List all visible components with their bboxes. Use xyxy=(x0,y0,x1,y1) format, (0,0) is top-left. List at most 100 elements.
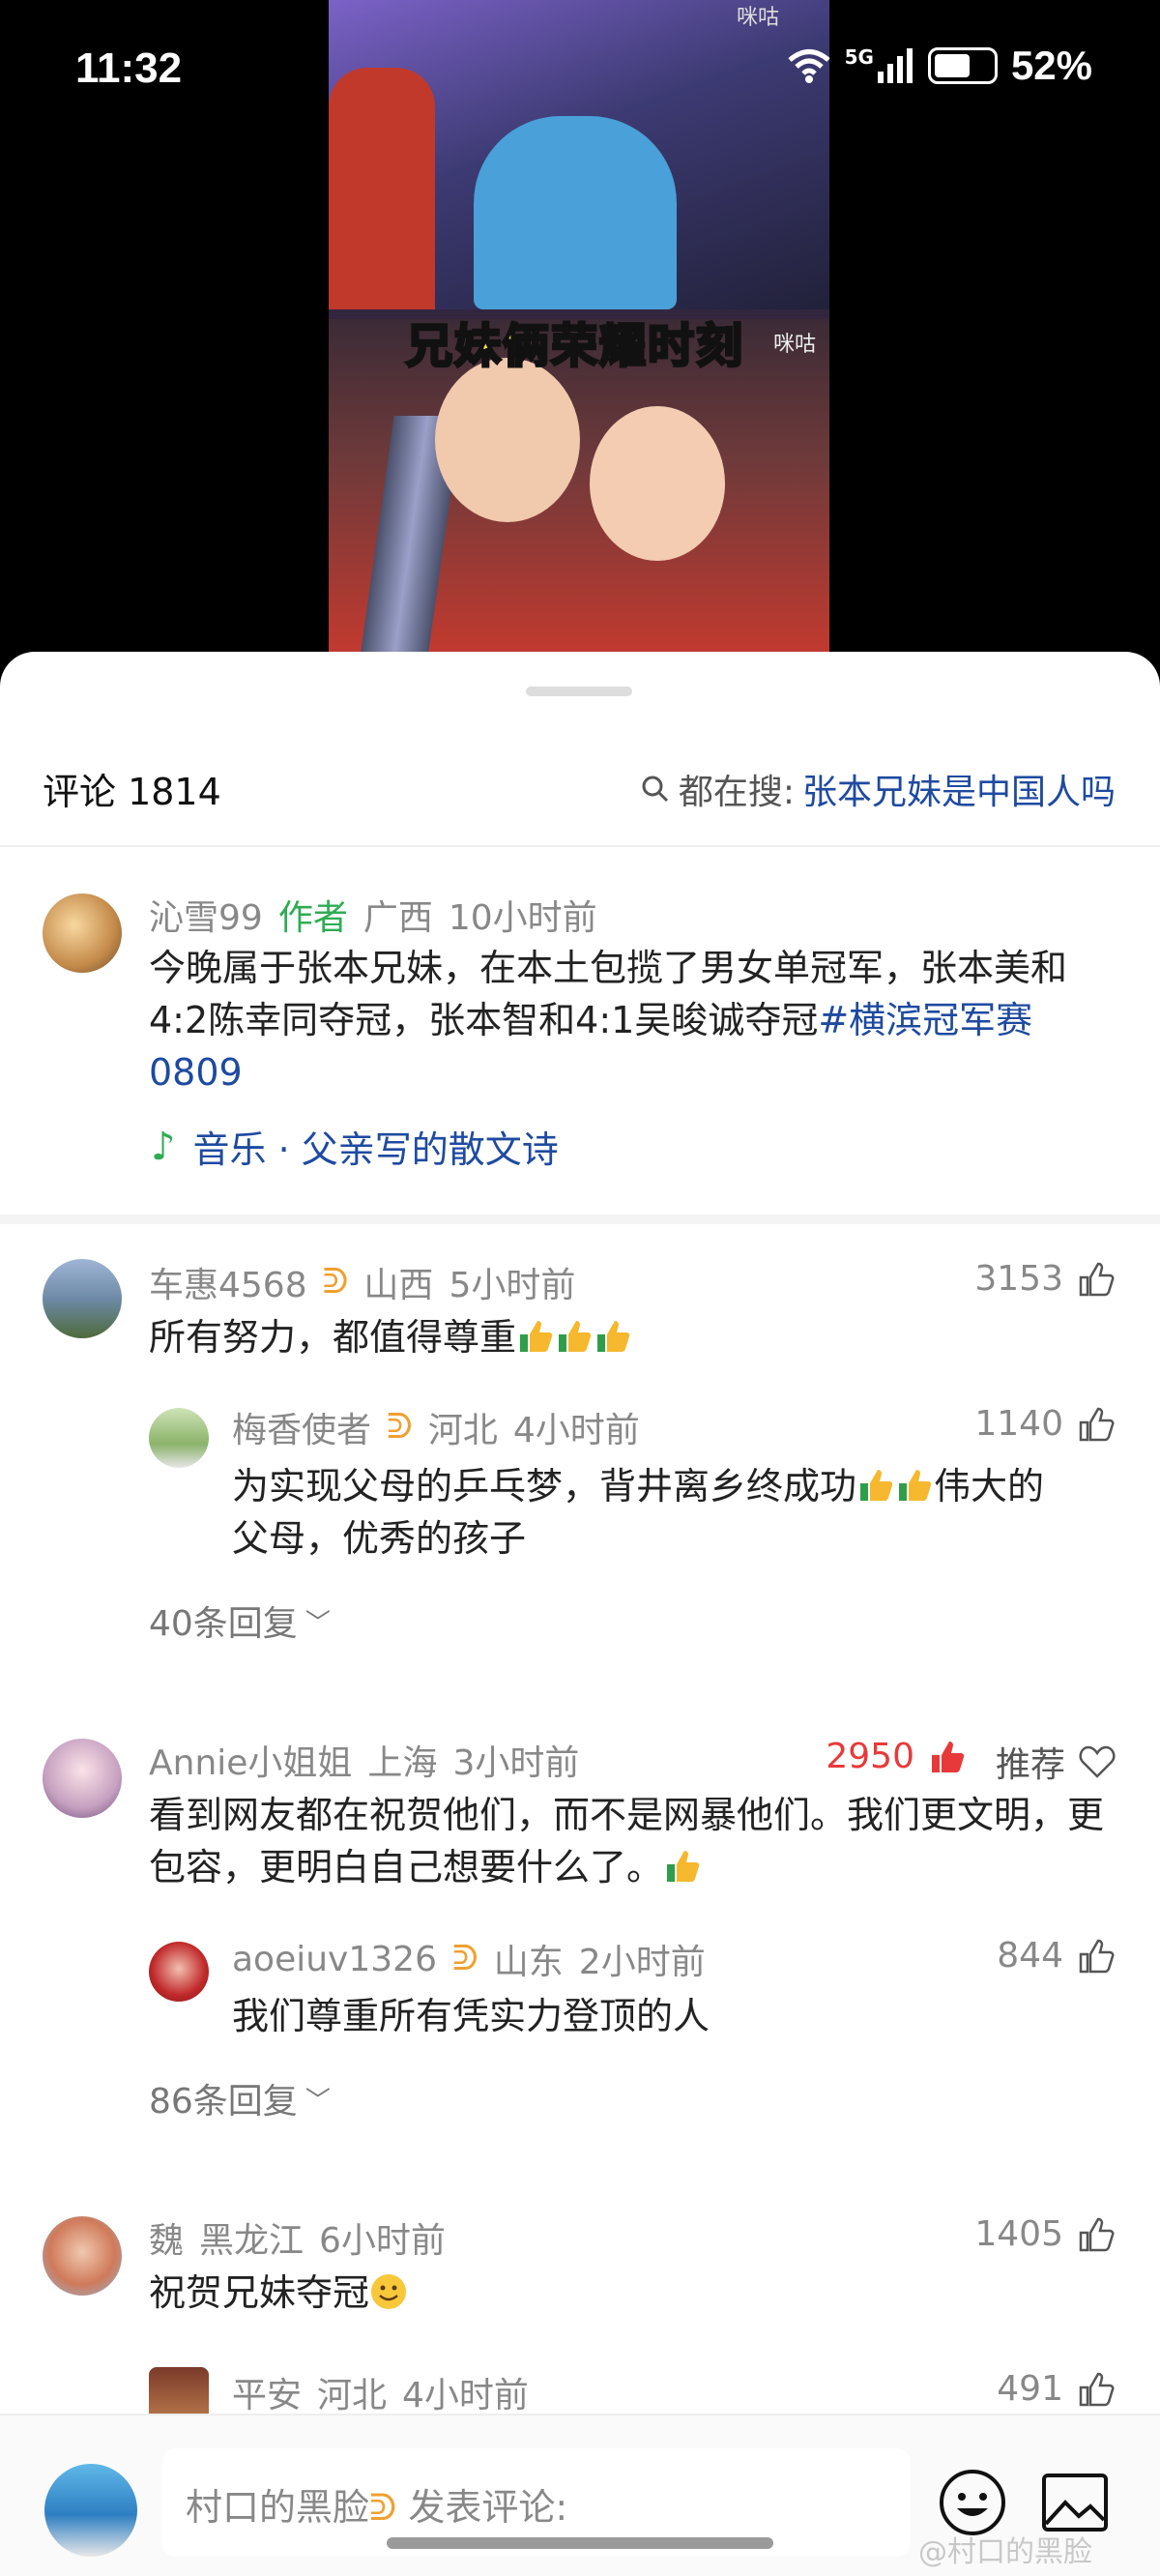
comment-location: 上海 xyxy=(367,1743,438,1783)
reply-location: 河北 xyxy=(427,1411,498,1450)
status-time: 11:32 xyxy=(75,44,183,92)
reply-text-part3: 父母，优秀的孩子 xyxy=(232,1517,527,1560)
comment-meta: Annie小姐姐 上海 3小时前 xyxy=(149,1735,579,1785)
comment-time: 3小时前 xyxy=(452,1743,580,1783)
vip-icon: ᕲ xyxy=(451,1939,478,1978)
search-keyword[interactable]: 张本兄妹是中国人吗 xyxy=(802,764,1116,814)
reply-location: 河北 xyxy=(317,2376,388,2415)
avatar[interactable] xyxy=(43,1259,122,1338)
post-time: 10小时前 xyxy=(448,898,597,938)
sister-face xyxy=(590,406,725,561)
comment-text: 祝贺兄妹夺冠 xyxy=(149,2267,408,2319)
like-count: 1140 xyxy=(974,1404,1063,1444)
reply-text: 为实现父母的乒乓梦，背井离乡终成功 伟大的 父母，优秀的孩子 xyxy=(232,1460,1131,1565)
post-meta: 沁雪99 作者 广西 10小时前 xyxy=(149,890,597,940)
reply-location: 山东 xyxy=(493,1943,564,1982)
recommend-button[interactable]: 推荐 xyxy=(996,1737,1116,1787)
home-indicator[interactable] xyxy=(387,2537,773,2549)
author-badge: 作者 xyxy=(277,898,348,938)
avatar[interactable] xyxy=(43,1739,122,1818)
more-replies-label[interactable]: 40条回复 xyxy=(149,1595,298,1646)
reply-username[interactable]: aoeiuv1326 xyxy=(232,1940,437,1979)
like-button[interactable]: 2950 xyxy=(826,1737,967,1776)
more-replies-label[interactable]: 86条回复 xyxy=(149,2073,298,2123)
comment-text: 所有努力，都值得尊重 xyxy=(149,1311,632,1363)
like-button[interactable]: 3153 xyxy=(974,1259,1116,1299)
reply-username[interactable]: 梅香使者 xyxy=(232,1402,371,1452)
like-count: 491 xyxy=(997,2369,1063,2409)
drag-handle[interactable] xyxy=(526,687,632,696)
battery-percent: 52% xyxy=(1010,43,1092,88)
reply-text: 我们尊重所有凭实力登顶的人 xyxy=(232,1995,710,2037)
comment-text: 看到网友都在祝贺他们，而不是网暴他们。我们更文明，更包容，更明白自己想要什么了。 xyxy=(149,1789,1125,1893)
post-text: 今晚属于张本兄妹，在本土包揽了男女单冠军，张本美和4:2陈幸同夺冠，张本智和4:… xyxy=(149,942,1125,1098)
chevron-down-icon: ﹀ xyxy=(304,1608,331,1638)
comment-time: 5小时前 xyxy=(449,1266,576,1305)
player-figure xyxy=(474,116,677,309)
reply-text-part2: 伟大的 xyxy=(934,1465,1045,1508)
reply-avatar[interactable] xyxy=(149,1942,209,2002)
reply-time: 4小时前 xyxy=(512,1411,640,1450)
expand-replies[interactable]: 40条回复 ﹀ xyxy=(149,1595,331,1646)
status-icons: 5G 52% xyxy=(787,43,1092,89)
like-button[interactable]: 491 xyxy=(997,2369,1116,2409)
chevron-down-icon: ﹀ xyxy=(304,2086,331,2116)
comment-username[interactable]: 魏 xyxy=(149,2212,184,2263)
comment-meta: 车惠4568 ᕲ 山西 5小时前 xyxy=(149,1257,575,1307)
video-caption: 兄妹俩荣耀时刻 xyxy=(404,318,745,375)
like-count: 844 xyxy=(997,1936,1063,1976)
reply-meta: aoeiuv1326 ᕲ 山东 2小时前 xyxy=(232,1934,706,1984)
thumbs-up-filled-icon xyxy=(932,1741,965,1772)
post-divider xyxy=(0,1215,1160,1224)
comment-username[interactable]: Annie小姐姐 xyxy=(149,1735,352,1785)
like-count: 3153 xyxy=(974,1259,1063,1299)
music-note-icon: ♪ xyxy=(151,1124,176,1169)
comment-count-title: 评论 1814 xyxy=(43,771,221,813)
my-avatar[interactable] xyxy=(44,2464,137,2557)
comment-time: 6小时前 xyxy=(319,2221,446,2261)
status-bar: 11:32 5G 52% xyxy=(0,0,1160,145)
comment-meta: 魏 黑龙江 6小时前 xyxy=(149,2212,446,2263)
comment-location: 山西 xyxy=(363,1266,434,1305)
author-avatar[interactable] xyxy=(43,893,122,973)
vip-icon: ᕲ xyxy=(387,1407,413,1447)
video-watermark-2: 咪咕 xyxy=(773,333,817,357)
reply-time: 2小时前 xyxy=(578,1943,706,1982)
brother-face xyxy=(435,358,580,522)
comment-sheet: 评论 1814 都在搜: 张本兄妹是中国人吗 沁雪99 作者 广西 10小时前 … xyxy=(0,652,1160,2576)
post-username[interactable]: 沁雪99 xyxy=(149,890,263,940)
recommend-label: 推荐 xyxy=(995,1745,1065,1785)
thumbs-up-icon xyxy=(1079,1939,1115,1973)
post-location: 广西 xyxy=(362,898,433,938)
reply-avatar[interactable] xyxy=(149,1408,209,1468)
music-title[interactable]: 音乐 · 父亲写的散文诗 xyxy=(193,1120,559,1173)
smile-emoji-icon xyxy=(371,2274,407,2309)
like-count: 2950 xyxy=(826,1737,914,1776)
heart-icon xyxy=(1079,1745,1116,1778)
comment-header: 评论 1814 都在搜: 张本兄妹是中国人吗 xyxy=(0,748,1160,845)
wifi-icon xyxy=(787,49,830,83)
comment-location: 黑龙江 xyxy=(199,2221,304,2261)
search-icon xyxy=(642,776,668,803)
thumbs-up-emoji-icon xyxy=(899,1470,932,1501)
like-button[interactable]: 844 xyxy=(997,1936,1116,1976)
trending-search[interactable]: 都在搜: 张本兄妹是中国人吗 xyxy=(640,764,1116,814)
vip-icon: ᕲ xyxy=(369,2486,397,2529)
avatar[interactable] xyxy=(43,2216,122,2296)
weibo-watermark: @村口的黑脸 xyxy=(918,2535,1092,2569)
thumbs-up-emoji-icon xyxy=(597,1321,630,1352)
header-divider xyxy=(0,845,1160,847)
music-link[interactable]: ♪ 音乐 · 父亲写的散文诗 xyxy=(151,1120,559,1173)
reply-meta: 平安 河北 4小时前 xyxy=(232,2367,529,2417)
like-count: 1405 xyxy=(974,2214,1063,2254)
thumbs-up-icon xyxy=(1079,2217,1115,2251)
thumbs-up-icon xyxy=(1079,1407,1115,1441)
like-button[interactable]: 1405 xyxy=(974,2214,1116,2254)
comment-username[interactable]: 车惠4568 xyxy=(149,1257,307,1307)
reply-username[interactable]: 平安 xyxy=(232,2367,302,2417)
expand-replies[interactable]: 86条回复 ﹀ xyxy=(149,2073,331,2123)
thumbs-up-emoji-icon xyxy=(667,1851,700,1882)
network-label: 5G xyxy=(844,45,874,69)
thumbs-up-emoji-icon xyxy=(860,1470,893,1501)
like-button[interactable]: 1140 xyxy=(974,1404,1116,1444)
